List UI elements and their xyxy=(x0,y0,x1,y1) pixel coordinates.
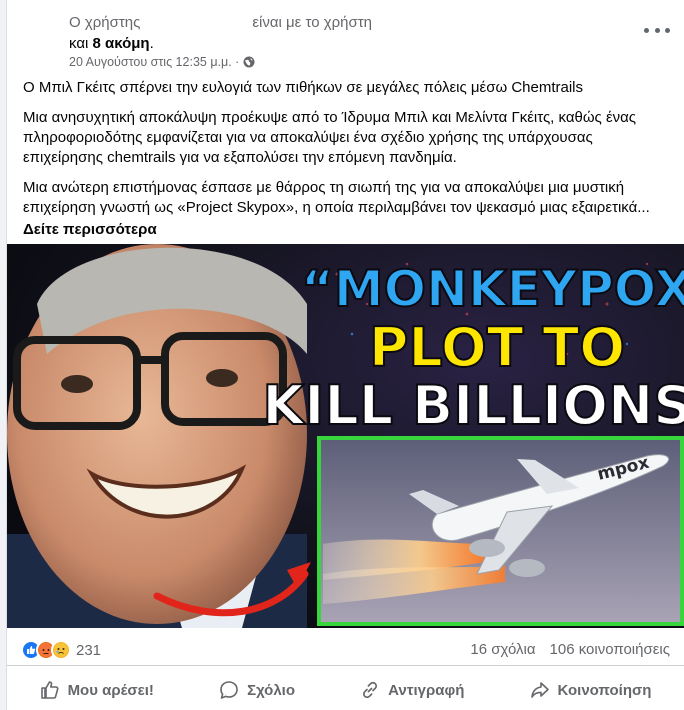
sad-icon xyxy=(51,640,71,660)
post-paragraph-1: Ο Μπιλ Γκέιτς σπέρνει την ευλογιά των πι… xyxy=(23,79,584,96)
thumbs-up-icon xyxy=(40,681,59,699)
avatar[interactable] xyxy=(19,12,59,52)
comments-count[interactable]: 16 σχόλια xyxy=(470,641,535,658)
shares-count[interactable]: 106 κοινοποιήσεις xyxy=(550,641,670,658)
headline-line1: “MONKEYPOX xyxy=(301,260,684,318)
globe-icon[interactable] xyxy=(243,56,255,68)
engagement-counts: 16 σχόλια 106 κοινοποιήσεις xyxy=(470,641,670,658)
more-options-icon[interactable] xyxy=(644,22,670,38)
post-paragraph-3: Μια ανώτερη επιστήμονας έσπασε με θάρρος… xyxy=(23,179,650,216)
link-icon xyxy=(363,681,378,699)
post-paragraph-2: Μια ανησυχητική αποκάλυψη προέκυψε από τ… xyxy=(23,109,637,166)
reaction-count[interactable]: 231 xyxy=(76,642,101,659)
copy-button[interactable]: Αντιγραφή xyxy=(350,674,474,706)
post-stats: 231 16 σχόλια 106 κοινοποιήσεις xyxy=(7,632,684,666)
headline-line2: PLOT TO xyxy=(369,316,625,379)
airplane-inset: mpox xyxy=(317,436,684,626)
timestamp[interactable]: 20 Αυγούστου στις 12:35 μ.μ. · xyxy=(69,55,239,69)
comment-icon xyxy=(220,681,238,699)
headline-line3: KILL BILLIONS” xyxy=(262,374,684,437)
author-name[interactable]: Ο χρήστης xyxy=(69,14,140,31)
share-icon xyxy=(530,682,549,698)
tagged-others: και 8 ακόμη. xyxy=(69,35,154,52)
post-text: Ο Μπιλ Γκέιτς σπέρνει την ευλογιά των πι… xyxy=(23,78,673,240)
post-header: Ο χρήστης είναι με το χρήστη και 8 ακόμη.… xyxy=(7,0,684,70)
thumbnail-graphic: “MONKEYPOX PLOT TO KILL BILLIONS” mpox xyxy=(7,244,684,628)
share-button[interactable]: Κοινοποίηση xyxy=(520,674,662,706)
reactions-summary[interactable]: 231 xyxy=(21,640,101,660)
author-line: Ο χρήστης είναι με το χρήστη xyxy=(69,14,372,31)
comment-button[interactable]: Σχόλιο xyxy=(209,674,305,706)
action-bar: Μου αρέσει! Σχόλιο Αντιγραφή Κοινοποίηση xyxy=(7,672,684,708)
with-text: είναι με το χρήστη xyxy=(252,14,373,31)
see-more-link[interactable]: Δείτε περισσότερα xyxy=(23,220,673,240)
like-button[interactable]: Μου αρέσει! xyxy=(30,674,164,706)
post-meta: 20 Αυγούστου στις 12:35 μ.μ. · xyxy=(69,55,255,69)
post-card: Ο χρήστης είναι με το χρήστη και 8 ακόμη.… xyxy=(6,0,684,710)
post-image[interactable]: “MONKEYPOX PLOT TO KILL BILLIONS” mpox xyxy=(7,244,684,628)
others-link[interactable]: 8 ακόμη xyxy=(93,35,150,52)
